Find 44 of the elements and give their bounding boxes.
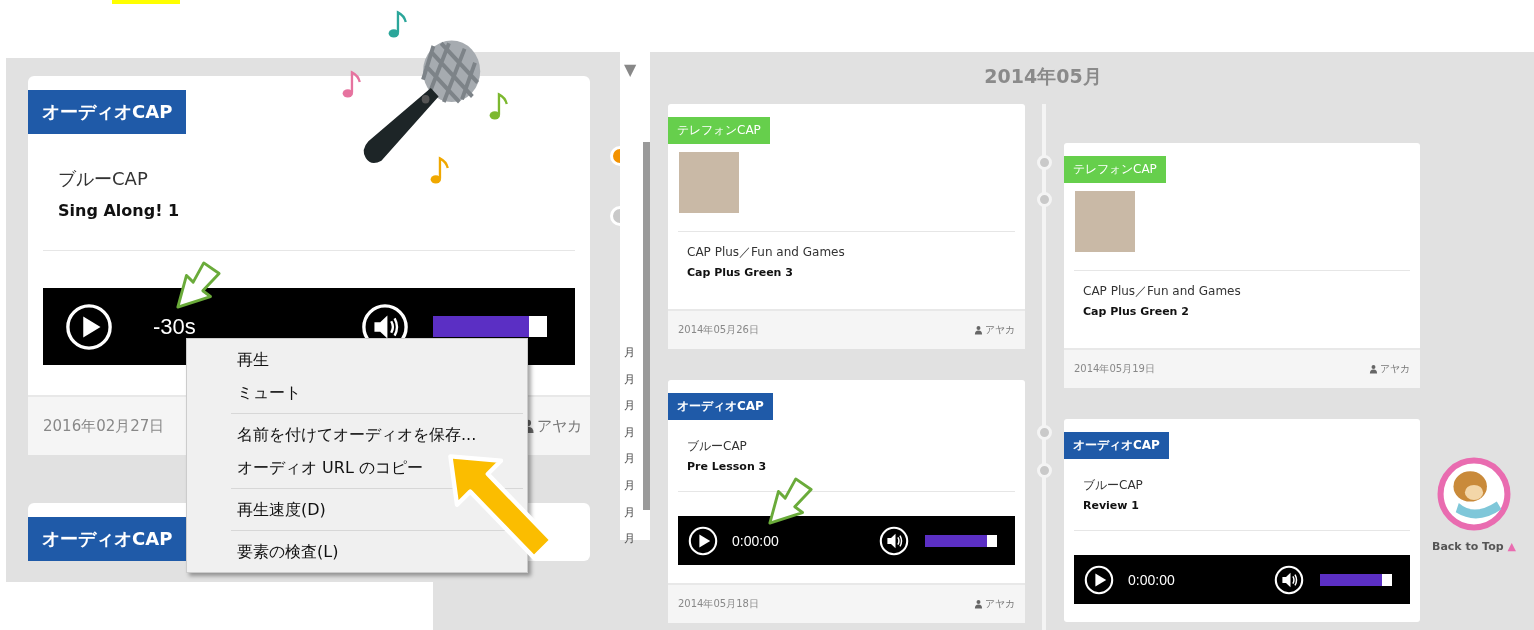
lesson-title: Sing Along! 1: [58, 201, 180, 220]
month-link[interactable]: 月: [624, 499, 636, 527]
month-link[interactable]: 月: [624, 526, 636, 553]
category-tag: オーディオCAP: [1064, 432, 1169, 459]
course-name: ブルーCAP: [1083, 477, 1143, 494]
month-link[interactable]: 月: [624, 419, 636, 447]
dropdown-toggle[interactable]: ▼: [624, 52, 650, 100]
month-heading: 2014年05月: [983, 64, 1103, 89]
month-link[interactable]: 月: [624, 393, 636, 420]
lesson-title: Cap Plus Green 3: [687, 266, 794, 279]
menu-item[interactable]: 名前を付けてオーディオを保存...: [237, 418, 477, 451]
back-to-top-link[interactable]: Back to Top ▲: [1432, 540, 1516, 553]
month-link[interactable]: 月: [624, 366, 636, 394]
category-tag: オーディオCAP: [28, 517, 187, 561]
menu-item[interactable]: 再生: [237, 343, 269, 376]
category-tag: オーディオCAP: [28, 90, 187, 134]
course-name: CAP Plus／Fun and Games: [687, 244, 845, 261]
menu-item[interactable]: オーディオ URL のコピー: [237, 451, 423, 484]
lesson-title: Cap Plus Green 2: [1083, 305, 1190, 318]
lesson-title: Review 1: [1083, 499, 1140, 512]
author-name: アヤカ: [985, 597, 1015, 611]
category-tag: テレフォンCAP: [1064, 156, 1166, 183]
month-link[interactable]: 月: [624, 472, 636, 500]
time-display: 0:00:00: [732, 532, 779, 549]
menu-item[interactable]: 再生速度(D): [237, 493, 326, 526]
category-tag: オーディオCAP: [668, 393, 773, 420]
course-name: ブルーCAP: [687, 438, 748, 455]
time-display: -30s: [153, 313, 196, 340]
author-name: アヤカ: [537, 416, 582, 436]
month-link[interactable]: 月: [624, 340, 636, 367]
menu-item[interactable]: ミュート: [237, 376, 301, 409]
menu-item[interactable]: 要素の検査(L): [237, 535, 339, 568]
category-tag: テレフォンCAP: [668, 117, 770, 144]
post-date: 2016年02月27日: [43, 416, 165, 436]
post-date: 2014年05月18日: [678, 597, 759, 611]
author-name: アヤカ: [1380, 362, 1410, 376]
course-name: ブルーCAP: [58, 167, 149, 191]
lesson-title: Pre Lesson 3: [687, 460, 767, 473]
post-date: 2014年05月26日: [678, 323, 759, 337]
time-display: 0:00:00: [1128, 571, 1175, 588]
course-name: CAP Plus／Fun and Games: [1083, 283, 1241, 300]
author-name: アヤカ: [985, 323, 1015, 337]
post-date: 2014年05月19日: [1074, 362, 1155, 376]
month-link[interactable]: 月: [624, 446, 636, 473]
